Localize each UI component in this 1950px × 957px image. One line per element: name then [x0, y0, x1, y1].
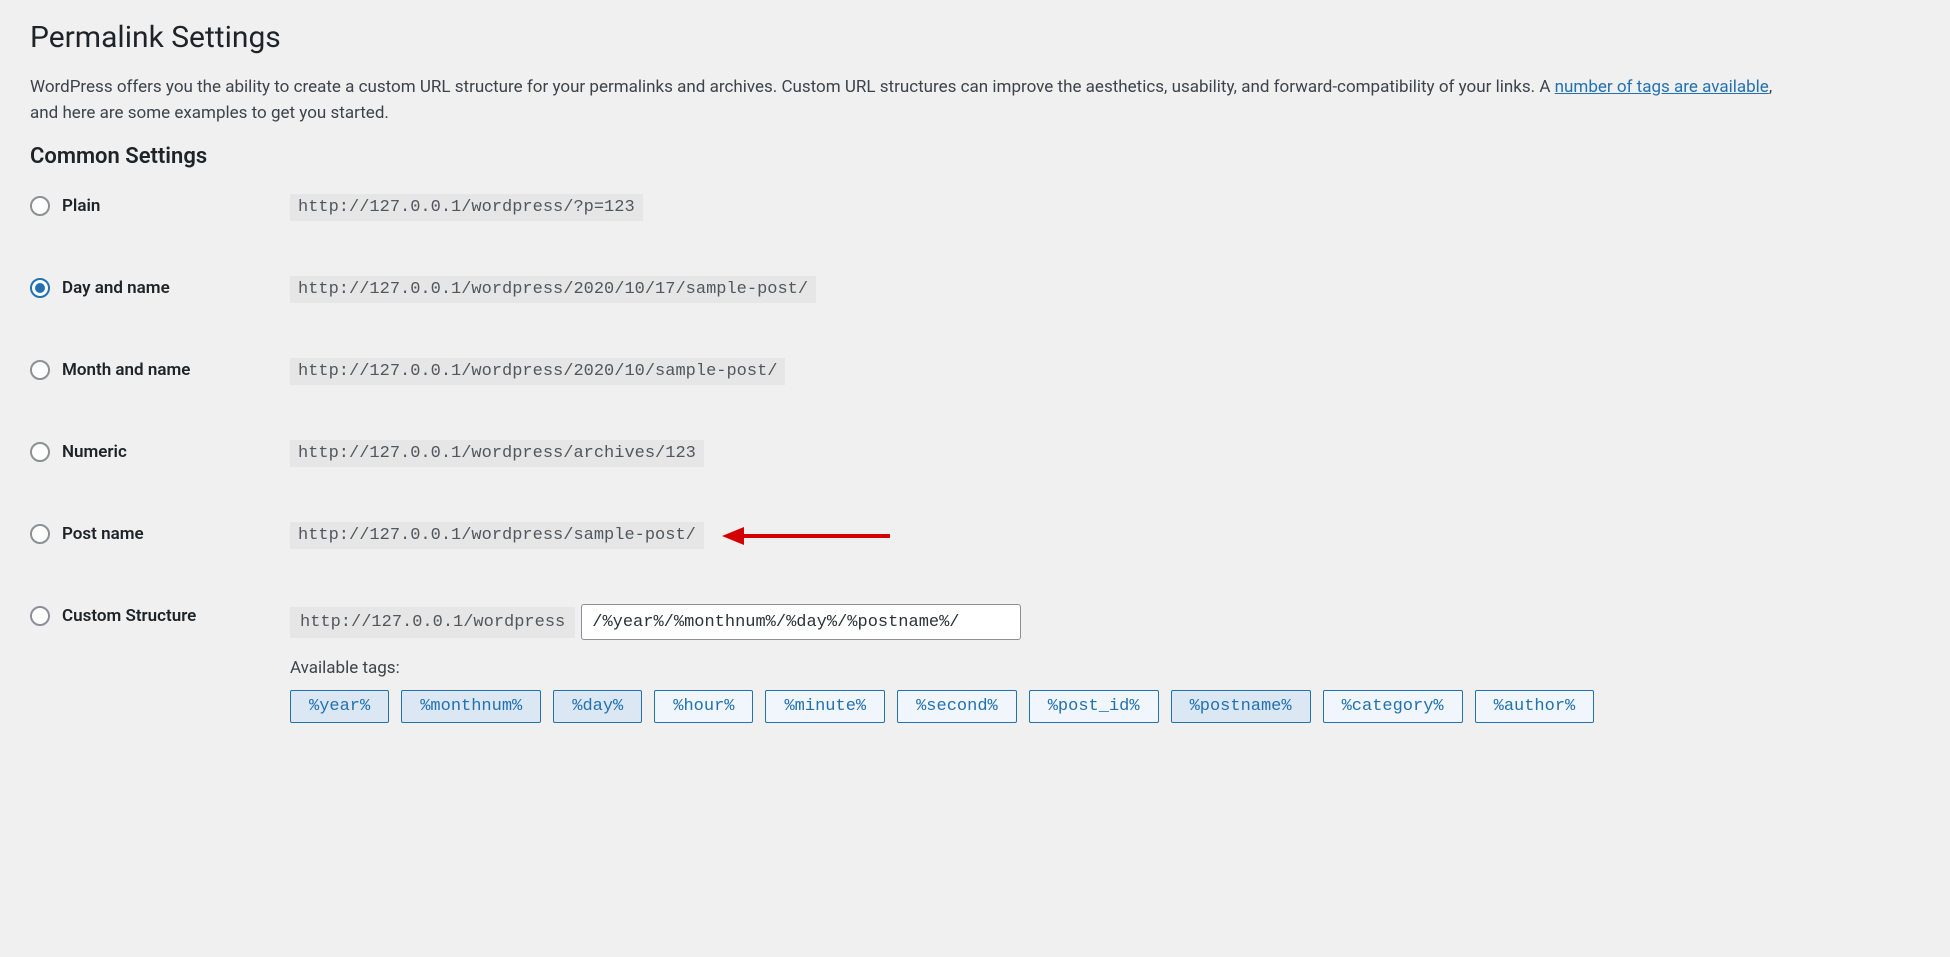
radio-post-name[interactable] [30, 524, 50, 544]
label-numeric[interactable]: Numeric [62, 442, 127, 462]
radio-day-and-name[interactable] [30, 278, 50, 298]
tag-row: %year% %monthnum% %day% %hour% %minute% %seco… [290, 690, 1920, 723]
permalink-option-day-and-name: Day and name http://127.0.0.1/wordpress/2… [30, 276, 1920, 303]
label-custom-structure[interactable]: Custom Structure [62, 606, 196, 626]
tag-button-year[interactable]: %year% [290, 690, 389, 723]
option-label-col: Post name [30, 522, 290, 544]
settings-wrap: Permalink Settings WordPress offers you … [0, 0, 1950, 753]
option-value-col: http://127.0.0.1/wordpress/2020/10/sampl… [290, 358, 1920, 385]
example-url-numeric: http://127.0.0.1/wordpress/archives/123 [290, 440, 704, 467]
custom-structure-prefix: http://127.0.0.1/wordpress [290, 607, 575, 638]
option-label-col: Numeric [30, 440, 290, 462]
radio-numeric[interactable] [30, 442, 50, 462]
options-list: Plain http://127.0.0.1/wordpress/?p=123 Da… [30, 194, 1920, 549]
tag-button-hour[interactable]: %hour% [654, 690, 753, 723]
tag-button-day[interactable]: %day% [553, 690, 642, 723]
custom-structure-line: http://127.0.0.1/wordpress [290, 604, 1920, 640]
example-url-day-and-name: http://127.0.0.1/wordpress/2020/10/17/sa… [290, 276, 816, 303]
option-value-col: http://127.0.0.1/wordpress/sample-post/ [290, 522, 1920, 549]
tag-button-post_id[interactable]: %post_id% [1029, 690, 1159, 723]
label-post-name[interactable]: Post name [62, 524, 144, 544]
tag-button-author[interactable]: %author% [1475, 690, 1595, 723]
permalink-option-numeric: Numeric http://127.0.0.1/wordpress/archiv… [30, 440, 1920, 467]
radio-month-and-name[interactable] [30, 360, 50, 380]
example-url-plain: http://127.0.0.1/wordpress/?p=123 [290, 194, 643, 221]
option-label-col: Plain [30, 194, 290, 216]
annotation-arrow-icon [720, 521, 890, 551]
option-label-col: Custom Structure [30, 604, 290, 626]
example-url-month-and-name: http://127.0.0.1/wordpress/2020/10/sampl… [290, 358, 785, 385]
permalink-option-month-and-name: Month and name http://127.0.0.1/wordpress… [30, 358, 1920, 385]
option-label-col: Day and name [30, 276, 290, 298]
option-value-col: http://127.0.0.1/wordpress/?p=123 [290, 194, 1920, 221]
tag-button-category[interactable]: %category% [1323, 690, 1463, 723]
radio-plain[interactable] [30, 196, 50, 216]
label-month-and-name[interactable]: Month and name [62, 360, 190, 380]
tag-button-monthnum[interactable]: %monthnum% [401, 690, 541, 723]
label-plain[interactable]: Plain [62, 196, 100, 216]
custom-structure-input[interactable] [581, 604, 1021, 640]
description-pre: WordPress offers you the ability to crea… [30, 77, 1555, 97]
common-settings-heading: Common Settings [30, 144, 1920, 169]
example-url-post-name: http://127.0.0.1/wordpress/sample-post/ [290, 522, 704, 549]
page-description: WordPress offers you the ability to crea… [30, 75, 1790, 126]
available-tags-label: Available tags: [290, 658, 1920, 678]
option-label-col: Month and name [30, 358, 290, 380]
tags-docs-link[interactable]: number of tags are available [1555, 77, 1769, 97]
permalink-option-custom: Custom Structure http://127.0.0.1/wordpr… [30, 604, 1920, 723]
permalink-option-post-name: Post name http://127.0.0.1/wordpress/samp… [30, 522, 1920, 549]
option-value-col: http://127.0.0.1/wordpress Available tag… [290, 604, 1920, 723]
permalink-option-plain: Plain http://127.0.0.1/wordpress/?p=123 [30, 194, 1920, 221]
page-title: Permalink Settings [30, 20, 1920, 55]
label-day-and-name[interactable]: Day and name [62, 278, 170, 298]
tag-button-postname[interactable]: %postname% [1171, 690, 1311, 723]
tag-button-second[interactable]: %second% [897, 690, 1017, 723]
option-value-col: http://127.0.0.1/wordpress/2020/10/17/sa… [290, 276, 1920, 303]
radio-custom-structure[interactable] [30, 606, 50, 626]
tag-button-minute[interactable]: %minute% [765, 690, 885, 723]
option-value-col: http://127.0.0.1/wordpress/archives/123 [290, 440, 1920, 467]
